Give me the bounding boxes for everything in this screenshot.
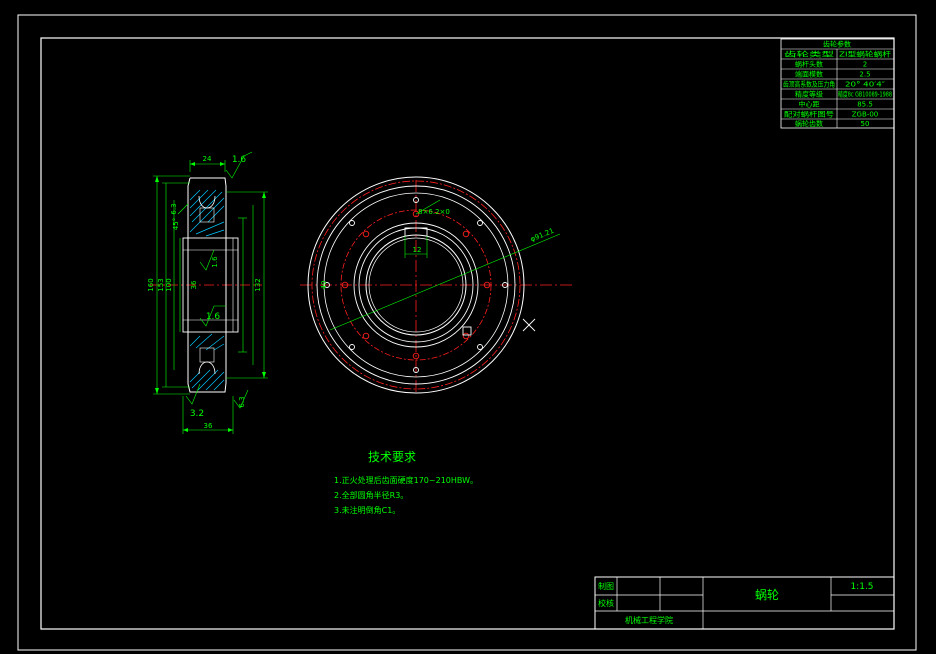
param-value: 精度8c GB10089-1988 [838, 90, 892, 99]
dim-angle: 45° [172, 218, 180, 230]
dim-dia-right: 132 [254, 278, 262, 291]
dim-bottom-width: 36 [204, 422, 213, 430]
dim-dia-outer: 160 [147, 278, 155, 291]
tech-req-line: 2.全部圆角半径R3。 [334, 490, 408, 500]
radius-label: φ91.21 [529, 227, 555, 244]
param-name: 齿轮类型 [784, 50, 834, 59]
dim-rough-br: 6.3 [238, 396, 246, 407]
dim-dia-bore: 36 [190, 280, 198, 289]
title-block: 制图 校核 蜗轮 1:1.5 机械工程学院 [594, 576, 895, 630]
cad-drawing: 齿轮参数 齿轮类型 ZI型蜗轮蜗杆 蜗杆头数 2 端面模数 2.5 齿顶高系数及… [17, 14, 917, 651]
side-section-view: 24 1.6 6.3 45° 1.6 1.6 160 153 100 36 13… [147, 151, 268, 434]
param-value: 50 [861, 120, 870, 128]
check-label: 校核 [598, 598, 614, 608]
dim-rough-left: 6.3 [170, 203, 178, 214]
front-view: 12 8×6.2×0 φ91.21 40 [300, 176, 572, 395]
param-name: 精度等级 [795, 90, 823, 99]
drawn-label: 制图 [598, 581, 614, 591]
dim-rough-bore: 1.6 [211, 256, 219, 268]
param-value: 85.5 [857, 101, 873, 109]
params-title: 齿轮参数 [823, 40, 851, 49]
param-value: 20° 40′4″ [845, 81, 885, 89]
params-table: 齿轮参数 齿轮类型 ZI型蜗轮蜗杆 蜗杆头数 2 端面模数 2.5 齿顶高系数及… [780, 38, 895, 129]
param-name: 蜗杆头数 [795, 60, 823, 69]
part-name: 蜗轮 [755, 587, 779, 602]
tech-req-line: 1.正火处理后齿面硬度170~210HBW。 [334, 475, 478, 485]
dim-rough-top: 1.6 [232, 155, 247, 165]
dim-rough-mid: 1.6 [206, 312, 221, 322]
param-value: 2.5 [859, 71, 870, 79]
param-name: 齿顶高系数及压力角 [783, 80, 835, 89]
param-value: ZI型蜗轮蜗杆 [839, 50, 891, 59]
dim-dia-hub: 100 [165, 278, 173, 291]
bore-label: 40 [320, 281, 328, 290]
param-name: 端面模数 [795, 70, 823, 79]
scale-value: 1:1.5 [850, 582, 873, 592]
param-name: 中心距 [799, 100, 820, 109]
param-name: 蜗轮齿数 [795, 119, 823, 128]
hole-label: 8×6.2×0 [418, 208, 450, 216]
dim-dia-mid: 153 [157, 278, 165, 291]
tech-req-title: 技术要求 [368, 450, 416, 464]
tech-requirements: 技术要求 1.正火处理后齿面硬度170~210HBW。 2.全部圆角半径R3。 … [334, 450, 478, 515]
school-name: 机械工程学院 [625, 615, 673, 625]
key-width-dim: 12 [413, 246, 422, 254]
tech-req-line: 3.未注明倒角C1。 [334, 505, 400, 515]
dim-rough-bottom: 3.2 [190, 409, 204, 419]
dim-top-width: 24 [203, 155, 212, 163]
param-name: 配对蜗杆图号 [784, 110, 834, 119]
param-value: ZGB-00 [852, 111, 878, 119]
param-value: 2 [863, 61, 867, 69]
